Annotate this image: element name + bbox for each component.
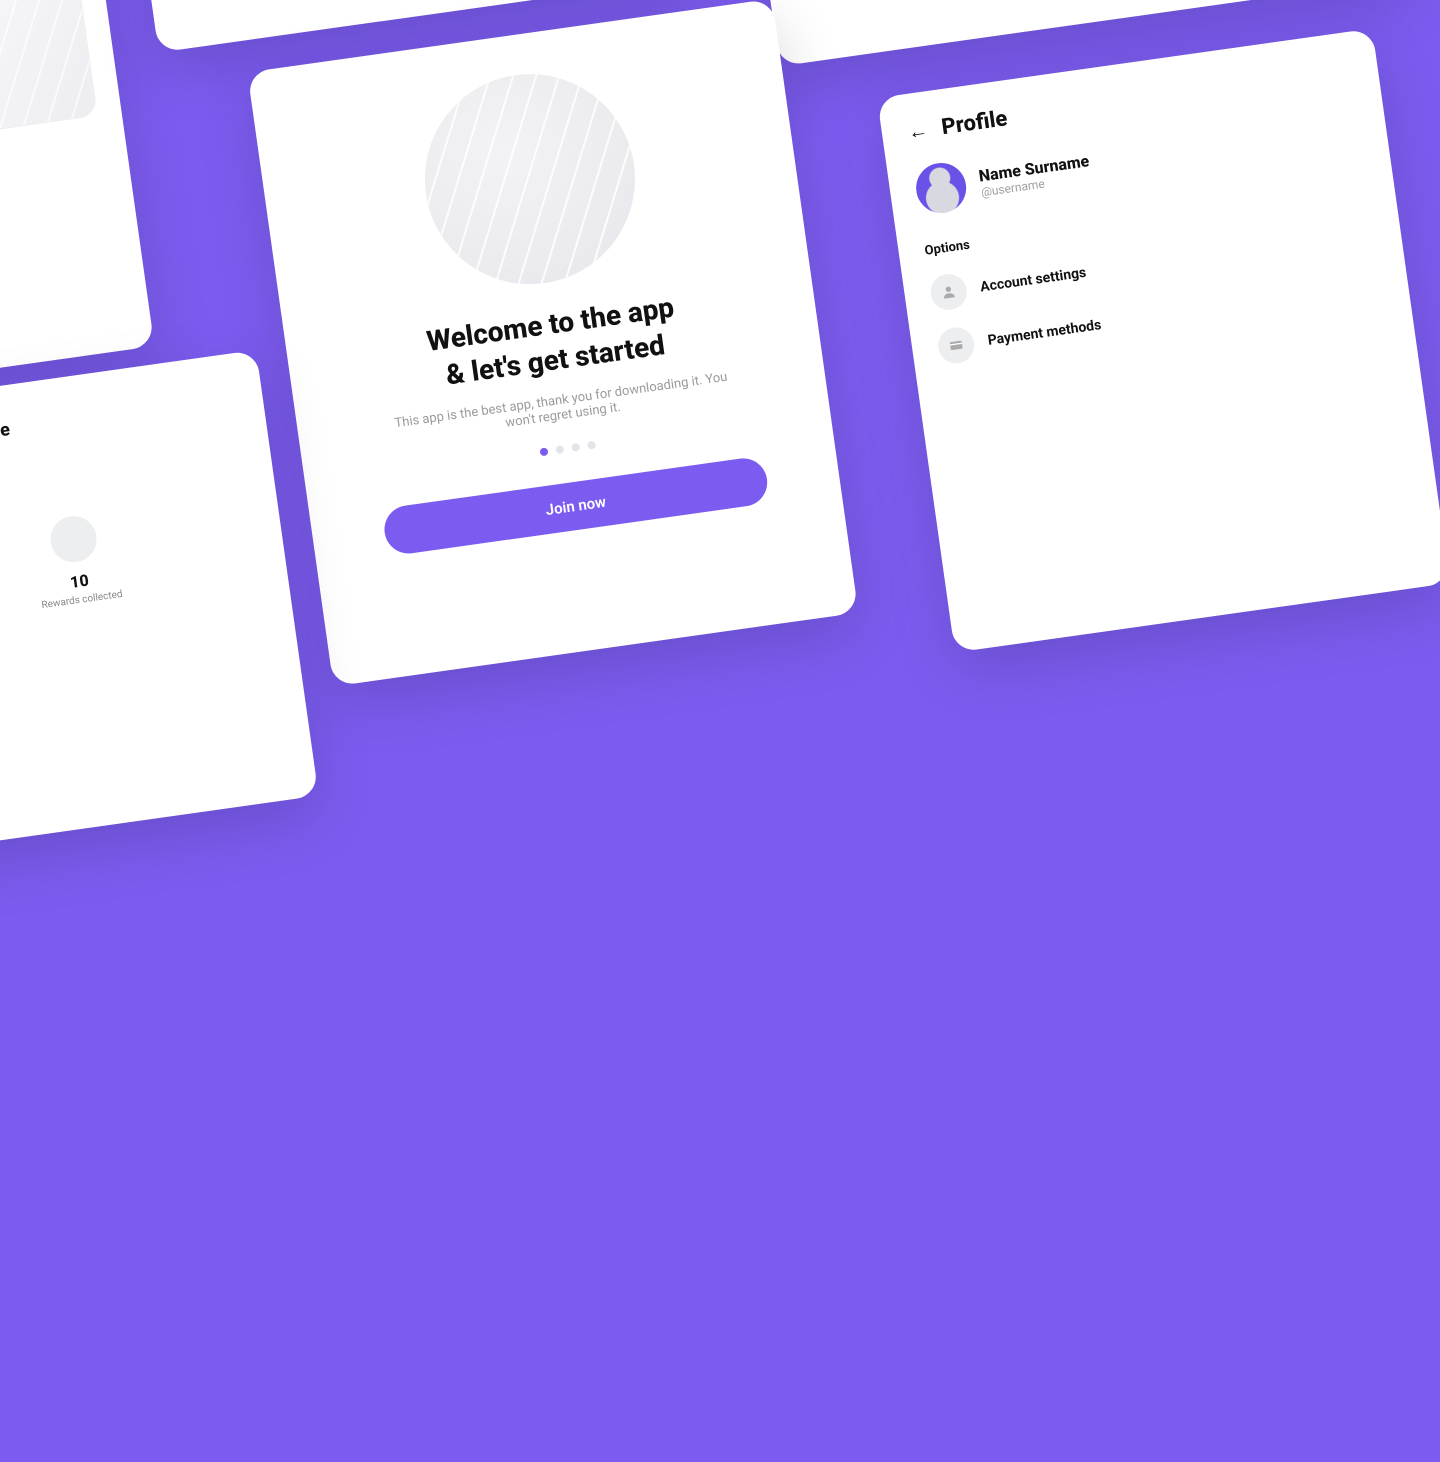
pager-dot[interactable] [555, 444, 564, 453]
welcome-card: Welcome to the app & let's get started T… [247, 0, 858, 686]
option-label: Account settings [979, 264, 1087, 295]
stats-profile-card: Name Surname @username Statistics 100 10… [0, 349, 319, 860]
pager-dots [539, 440, 596, 456]
metric-value: 10 [69, 570, 90, 591]
metric-label: Rewards collected [41, 588, 123, 610]
page-title: Profile [940, 106, 1009, 140]
workouts-card: ts this week! completed ‹ › ★ 4.9 [0, 0, 154, 405]
pager-dot[interactable] [539, 447, 548, 456]
pager-dot[interactable] [571, 442, 580, 451]
profile-card: ← Profile Name Surname @username Options… [877, 28, 1440, 652]
beginners-author: s Izo [0, 161, 106, 228]
avatar [913, 159, 969, 215]
join-now-button[interactable]: Join now [382, 455, 770, 556]
welcome-title: Welcome to the app & let's get started [424, 289, 681, 396]
metric-icon [48, 513, 100, 565]
hero-image [411, 60, 648, 297]
back-arrow-icon[interactable]: ← [906, 117, 929, 145]
user-icon [928, 271, 969, 312]
option-label: Payment methods [987, 317, 1103, 349]
pager-dot[interactable] [587, 440, 596, 449]
metric-item: 10 Rewards collected [30, 510, 123, 610]
profile-username: @username [0, 439, 13, 470]
featured-level: um [0, 11, 70, 74]
card-icon [936, 325, 977, 366]
